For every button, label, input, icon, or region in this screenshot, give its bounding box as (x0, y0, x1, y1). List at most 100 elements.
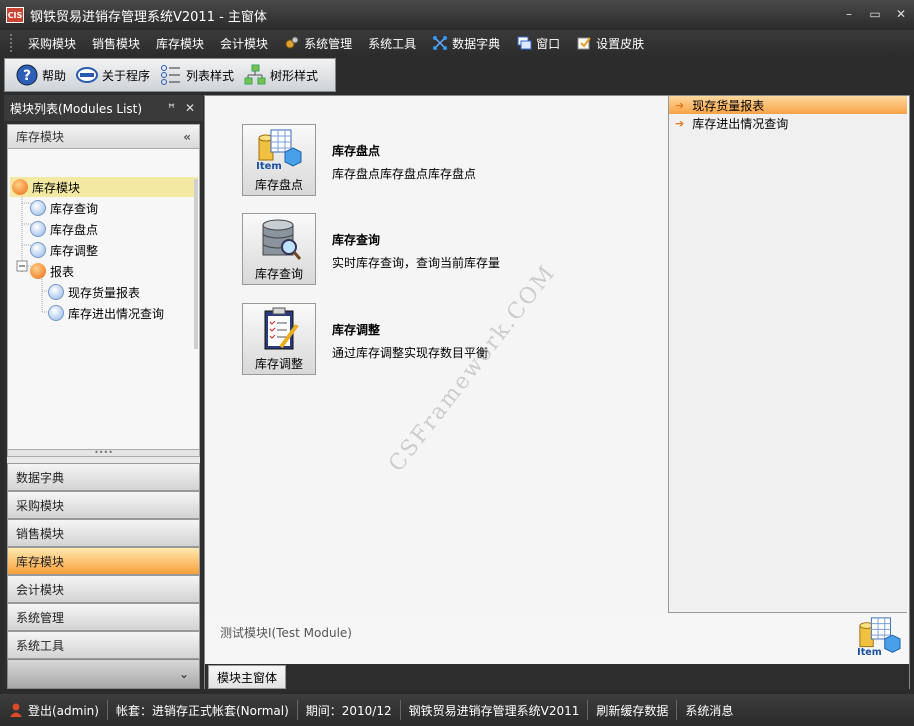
tile-title: 库存盘点 (332, 144, 381, 158)
refresh-cache-button[interactable]: 刷新缓存数据 (588, 700, 678, 720)
item-database-icon: Item (256, 129, 302, 172)
list-style-button[interactable]: 列表样式 (155, 61, 239, 89)
tree-node-query[interactable]: 库存查询 (30, 198, 98, 218)
reports-panel: ➔ 现存货量报表 ➔ 库存进出情况查询 (668, 96, 907, 613)
adjust-button[interactable]: 库存调整 (242, 303, 316, 375)
tree-scrollbar[interactable] (194, 179, 198, 349)
query-button[interactable]: 库存查询 (242, 213, 316, 285)
tree-node-stock-report[interactable]: 现存货量报表 (48, 282, 140, 302)
menu-system-tools[interactable]: 系统工具 (360, 32, 424, 54)
nav-accounting[interactable]: 会计模块 (7, 575, 200, 603)
chevron-down-icon[interactable]: ⌄ (179, 667, 189, 681)
module-info-bar: 测试模块I(Test Module) Item (205, 614, 907, 664)
gears-icon (285, 36, 299, 49)
window-title: 钢铁贸易进销存管理系统V2011 - 主窗体 (30, 9, 267, 25)
status-account: 帐套：进销存正式帐套(Normal) (108, 700, 298, 720)
database-search-icon (262, 219, 302, 260)
tree-node-stocktake[interactable]: 库存盘点 (30, 219, 98, 239)
item-orb-icon (30, 200, 46, 216)
status-login[interactable]: 登出(admin) (0, 700, 108, 720)
refresh-label: 刷新缓存数据 (596, 703, 669, 718)
nav-overflow[interactable]: ⌄ (7, 659, 200, 689)
tree-node-reports[interactable]: 报表 (30, 261, 74, 281)
nav-system-tools[interactable]: 系统工具 (7, 631, 200, 659)
pin-icon[interactable]: ꟸ (168, 101, 175, 115)
menu-window[interactable]: 窗口 (508, 32, 568, 54)
nav-label: 采购模块 (16, 498, 65, 513)
nav-label: 系统管理 (16, 610, 65, 625)
tree-node-inout-query[interactable]: 库存进出情况查询 (48, 303, 164, 323)
report-inout-query[interactable]: ➔ 库存进出情况查询 (669, 114, 907, 132)
group-header[interactable]: 库存模块 « (7, 124, 200, 149)
list-icon (161, 65, 181, 85)
menu-label: 销售模块 (92, 36, 141, 51)
menu-sales[interactable]: 销售模块 (84, 32, 148, 54)
item-orb-icon (30, 242, 46, 258)
menu-accounting[interactable]: 会计模块 (212, 32, 276, 54)
tree-label: 库存模块 (32, 180, 81, 195)
minimize-button[interactable]: – (836, 0, 862, 28)
tree-node-adjust[interactable]: 库存调整 (30, 240, 98, 260)
arrow-right-icon: ➔ (675, 116, 685, 130)
module-tree: 库存模块 库存查询 库存盘点 库存调整 报表 现存货量报表 库存进出情况查询 (7, 149, 200, 449)
panel-close-icon[interactable]: ✕ (185, 101, 195, 115)
account-label: 帐套：进销存正式帐套(Normal) (115, 703, 289, 718)
menu-label: 系统管理 (304, 36, 353, 51)
nav-system-admin[interactable]: 系统管理 (7, 603, 200, 631)
login-label: 登出(admin) (28, 703, 99, 718)
tree-node-inventory[interactable]: 库存模块 (10, 177, 198, 197)
nav-data-dictionary[interactable]: 数据字典 (7, 463, 200, 491)
about-label: 关于程序 (102, 68, 151, 83)
document-tabs: 模块主窗体 (205, 664, 909, 690)
menu-label: 库存模块 (156, 36, 205, 51)
menu-label: 会计模块 (220, 36, 269, 51)
menu-data-dictionary[interactable]: 数据字典 (424, 32, 508, 54)
menu-system-admin[interactable]: 系统管理 (276, 32, 360, 54)
toolbar: ? 帮助 关于程序 列表样式 树形样式 (4, 58, 336, 92)
svg-text:?: ? (23, 68, 31, 84)
nav-sales[interactable]: 销售模块 (7, 519, 200, 547)
stocktake-button[interactable]: Item 库存盘点 (242, 124, 316, 196)
menu-grip (10, 34, 14, 52)
close-button[interactable]: ✕ (888, 0, 914, 28)
modules-panel: 模块列表(Modules List) ꟸ ✕ 库存模块 « 库存模块 库存查询 … (4, 95, 203, 689)
tile-text: 库存查询 实时库存查询，查询当前库存量 (332, 231, 500, 271)
system-messages-button[interactable]: 系统消息 (677, 700, 741, 720)
skin-icon (577, 37, 591, 50)
group-title: 库存模块 (16, 130, 65, 144)
tree-label: 报表 (50, 264, 75, 279)
tile-button-label: 库存查询 (254, 267, 303, 281)
module-workspace: Item 库存盘点 库存盘点 库存盘点库存盘点库存盘点 库存查询 库存查询 实时… (205, 96, 667, 613)
tab-main-window[interactable]: 模块主窗体 (208, 665, 287, 689)
menu-skin[interactable]: 设置皮肤 (568, 32, 652, 54)
maximize-button[interactable]: ▭ (862, 0, 888, 28)
main-area: Item 库存盘点 库存盘点 库存盘点库存盘点库存盘点 库存查询 库存查询 实时… (204, 95, 910, 690)
nav-label: 会计模块 (16, 582, 65, 597)
menu-label: 系统工具 (368, 36, 417, 51)
title-bar: CIS 钢铁贸易进销存管理系统V2011 - 主窗体 – ▭ ✕ (0, 0, 914, 30)
tree-style-label: 树形样式 (270, 68, 319, 83)
panel-splitter[interactable]: •••• (7, 449, 200, 457)
tree-style-button[interactable]: 树形样式 (239, 61, 323, 89)
help-button[interactable]: ? 帮助 (11, 61, 71, 89)
messages-label: 系统消息 (685, 703, 734, 718)
app-logo-icon: CIS (6, 7, 24, 23)
collapse-icon[interactable]: « (183, 130, 191, 144)
nav-inventory[interactable]: 库存模块 (7, 547, 200, 575)
modules-panel-title: 模块列表(Modules List) (10, 101, 143, 116)
menu-purchase[interactable]: 采购模块 (20, 32, 84, 54)
menu-inventory[interactable]: 库存模块 (148, 32, 212, 54)
nav-purchase[interactable]: 采购模块 (7, 491, 200, 519)
about-button[interactable]: 关于程序 (71, 61, 155, 89)
status-period: 期间：2010/12 (298, 700, 401, 720)
tile-title: 库存查询 (332, 233, 381, 247)
nav-label: 库存模块 (16, 554, 65, 569)
item-database-icon: Item (857, 617, 901, 658)
tile-text: 库存盘点 库存盘点库存盘点库存盘点 (332, 142, 476, 182)
tree-label: 库存盘点 (50, 222, 99, 237)
tile-button-label: 库存盘点 (254, 178, 303, 192)
test-module-label: 测试模块I(Test Module) (220, 626, 352, 640)
tile-adjust: 库存调整 库存调整 通过库存调整实现存数目平衡 (242, 303, 488, 375)
report-stock-level[interactable]: ➔ 现存货量报表 (669, 96, 907, 114)
module-orb-icon (12, 179, 28, 195)
